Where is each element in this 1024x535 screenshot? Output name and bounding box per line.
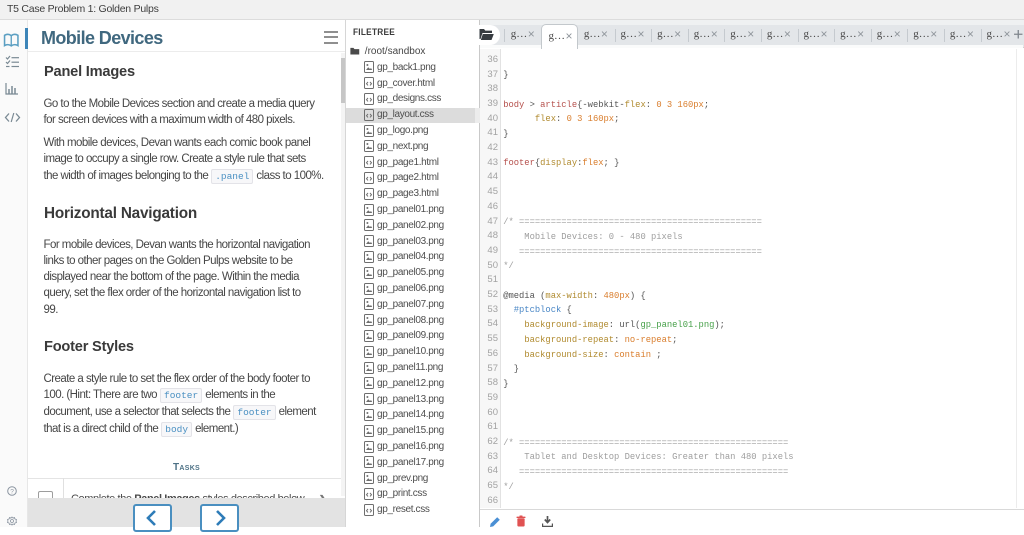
- svg-text:?: ?: [10, 488, 14, 495]
